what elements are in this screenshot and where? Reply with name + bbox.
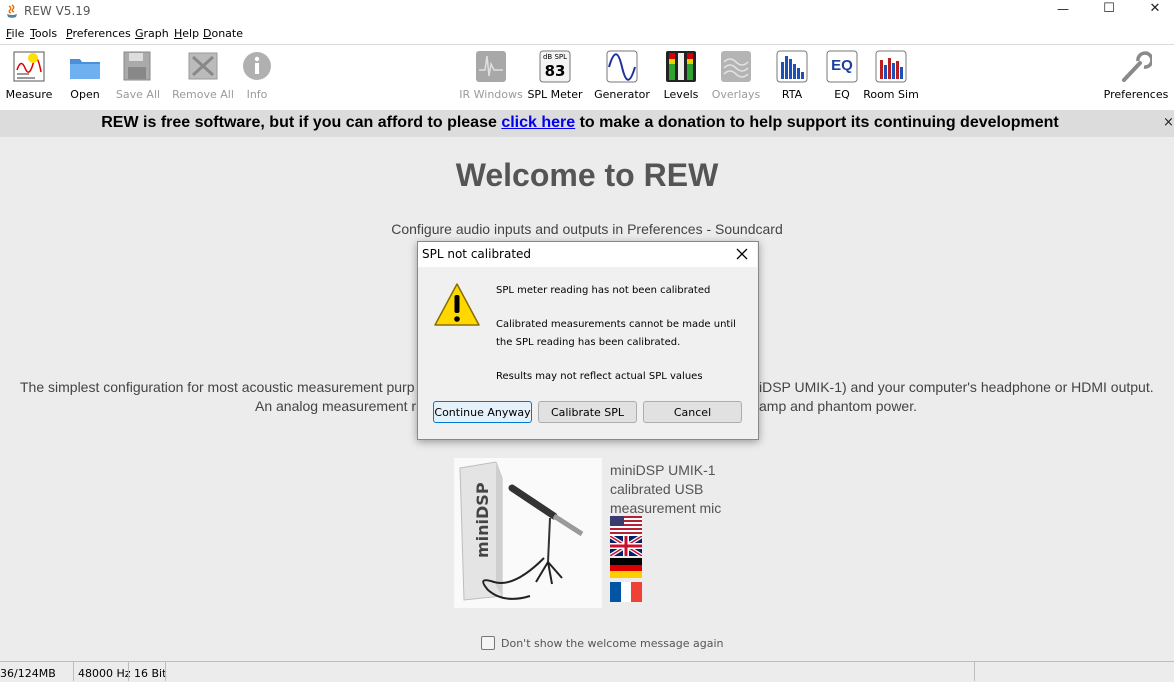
save-all-icon xyxy=(123,51,151,81)
spl-meter-label: SPL Meter xyxy=(527,88,583,101)
banner-close-button[interactable]: × xyxy=(1163,115,1174,130)
wrench-icon xyxy=(1122,51,1152,82)
room-sim-label: Room Sim xyxy=(863,88,919,101)
preferences-label: Preferences xyxy=(1103,88,1169,101)
maximize-button[interactable]: ☐ xyxy=(1086,0,1132,24)
continue-anyway-button[interactable]: Continue Anyway xyxy=(433,401,532,423)
config-line2-left: An analog measurement r xyxy=(255,398,417,414)
overlays-icon xyxy=(721,51,751,82)
mic-caption-line1: miniDSP UMIK-1 xyxy=(610,462,716,478)
dialog-close-icon[interactable] xyxy=(732,244,752,264)
java-app-icon xyxy=(7,4,17,18)
generator-sine-icon xyxy=(606,50,638,83)
dialog-message-line1: SPL meter reading has not been calibrate… xyxy=(496,285,711,296)
france-flag-icon[interactable] xyxy=(610,582,642,602)
calibrate-spl-button[interactable]: Calibrate SPL xyxy=(538,401,637,423)
save-all-label: Save All xyxy=(115,88,161,101)
banner-text-before: REW is free software, but if you can aff… xyxy=(101,114,502,131)
warning-icon xyxy=(434,283,480,326)
levels-meter-icon xyxy=(666,51,696,82)
status-separator xyxy=(73,662,74,681)
welcome-title: Welcome to REW xyxy=(455,157,719,193)
status-memory: 36/124MB xyxy=(0,667,56,680)
status-bar xyxy=(0,661,1174,682)
info-label: Info xyxy=(246,88,268,101)
rta-bars-icon xyxy=(776,50,808,83)
menu-file[interactable]: File xyxy=(6,27,24,40)
uk-flag-icon[interactable] xyxy=(610,536,642,556)
configure-hint: Configure audio inputs and outputs in Pr… xyxy=(391,221,783,237)
status-sample-rate: 48000 Hz xyxy=(78,667,131,680)
umik-1-product-image: miniDSP xyxy=(454,458,602,608)
close-window-button[interactable]: ✕ xyxy=(1132,0,1174,24)
window-title: REW V5.19 xyxy=(24,4,91,18)
eq-icon-text: EQ xyxy=(831,57,853,74)
donation-banner-text: REW is free software, but if you can aff… xyxy=(0,114,1160,132)
menu-donate[interactable]: Donate xyxy=(203,27,243,40)
mic-caption-line2: calibrated USB xyxy=(610,481,704,497)
germany-flag-icon[interactable] xyxy=(610,558,642,578)
remove-all-icon xyxy=(188,52,218,80)
status-separator xyxy=(974,662,975,681)
dialog-title: SPL not calibrated xyxy=(422,247,532,261)
minimize-button[interactable]: — xyxy=(1040,0,1086,24)
svg-text:miniDSP: miniDSP xyxy=(473,482,492,558)
status-separator xyxy=(165,662,166,681)
dialog-message-line3: the SPL reading has been calibrated. xyxy=(496,337,681,348)
cancel-button[interactable]: Cancel xyxy=(643,401,742,423)
donation-link[interactable]: click here xyxy=(501,114,575,131)
config-line2-right: amp and phantom power. xyxy=(759,398,917,414)
ir-windows-label: IR Windows xyxy=(459,88,523,101)
status-bit-depth: 16 Bit xyxy=(134,667,167,680)
mic-caption-line3: measurement mic xyxy=(610,500,722,516)
us-flag-icon[interactable] xyxy=(610,516,642,536)
spl-meter-icon-unit: dB SPL xyxy=(542,53,568,61)
ir-windows-icon xyxy=(476,51,506,82)
room-sim-icon xyxy=(875,50,907,83)
menu-graph[interactable]: Graph xyxy=(135,27,169,40)
menu-tools[interactable]: Tools xyxy=(30,27,57,40)
folder-icon xyxy=(70,59,100,79)
window-titlebar xyxy=(0,0,1174,24)
menu-preferences[interactable]: Preferences xyxy=(66,27,131,40)
info-icon xyxy=(243,52,271,80)
dont-show-checkbox[interactable] xyxy=(481,636,495,650)
dialog-message-line4: Results may not reflect actual SPL value… xyxy=(496,371,703,382)
spl-meter-icon-value: 83 xyxy=(544,62,566,80)
config-line1-left: The simplest configuration for most acou… xyxy=(20,379,415,395)
dont-show-label: Don't show the welcome message again xyxy=(501,637,724,650)
banner-text-after: to make a donation to help support its c… xyxy=(575,114,1059,131)
dialog-message-line2: Calibrated measurements cannot be made u… xyxy=(496,319,736,330)
measure-icon xyxy=(13,51,45,82)
config-line1-right: iDSP UMIK-1) and your computer's headpho… xyxy=(759,379,1154,395)
status-separator xyxy=(128,662,129,681)
menu-help[interactable]: Help xyxy=(174,27,199,40)
